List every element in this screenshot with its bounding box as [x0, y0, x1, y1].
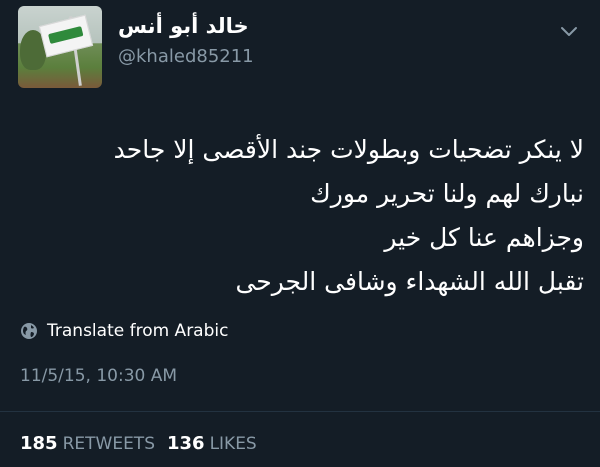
user-handle[interactable]: @khaled85211 — [118, 46, 254, 67]
avatar-flag-emblem — [48, 26, 84, 44]
tweet-line: لا ينكر تضحيات وبطولات جند الأقصى إلا جا… — [113, 135, 584, 164]
translate-link[interactable]: Translate from Arabic — [20, 321, 228, 341]
likes-count[interactable]: 136 — [167, 433, 205, 454]
chevron-down-icon[interactable] — [560, 26, 578, 38]
avatar-flag — [38, 14, 94, 58]
tweet-line: نبارك لهم ولنا تحرير مورك — [310, 179, 584, 208]
tweet-line: تقبل الله الشهداء وشافى الجرحى — [235, 267, 584, 296]
globe-icon — [21, 323, 37, 339]
tweet-timestamp: 11/5/15, 10:30 AM — [20, 366, 178, 386]
retweets-count[interactable]: 185 — [20, 433, 58, 454]
tweet-stats: 185 RETWEETS 136 LIKES — [20, 433, 257, 454]
avatar[interactable] — [18, 6, 102, 88]
tweet-text: لا ينكر تضحيات وبطولات جند الأقصى إلا جا… — [16, 128, 584, 304]
translate-label[interactable]: Translate from Arabic — [47, 321, 228, 341]
stats-divider — [0, 411, 600, 412]
likes-label[interactable]: LIKES — [210, 434, 257, 454]
retweets-label[interactable]: RETWEETS — [63, 434, 155, 454]
display-name[interactable]: خالد أبو أنس — [118, 14, 249, 38]
tweet-line: وجزاهم عنا كل خير — [384, 223, 584, 252]
